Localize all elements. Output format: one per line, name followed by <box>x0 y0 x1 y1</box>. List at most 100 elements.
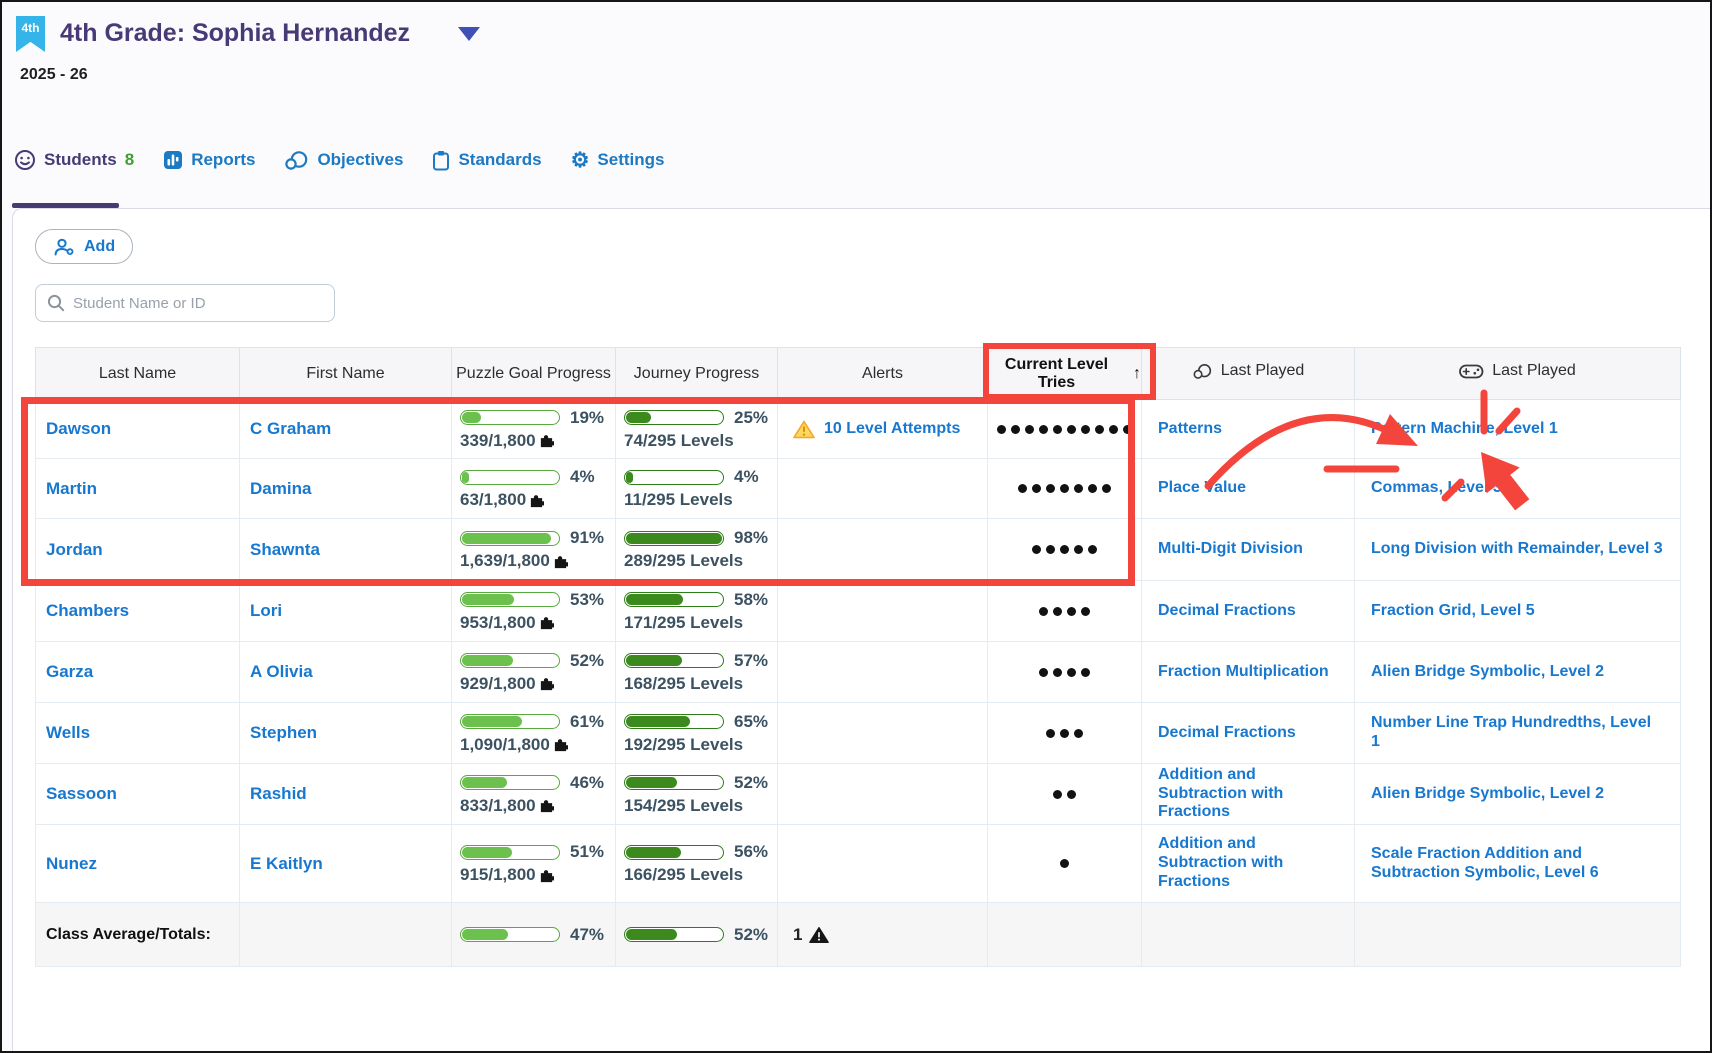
student-row: ChambersLori53%953/1,80058%171/295 Level… <box>36 581 1681 642</box>
student-row: WellsStephen61%1,090/1,80065%192/295 Lev… <box>36 703 1681 764</box>
progress-fraction: 63/1,800 <box>452 490 615 510</box>
objectives-icon <box>1192 363 1213 380</box>
warning-icon-black <box>809 926 829 944</box>
student-first-name-link[interactable]: C Graham <box>240 419 331 439</box>
student-first-name-link[interactable]: Shawnta <box>240 540 320 560</box>
student-row: SassoonRashid46%833/1,80052%154/295 Leve… <box>36 764 1681 825</box>
progress-fraction: 1,639/1,800 <box>452 551 615 571</box>
student-first-name-link[interactable]: Stephen <box>240 723 317 743</box>
student-row: Nunez E Kaitlyn 51% 915/1,800 56% 166/295 Lev… <box>36 825 1681 903</box>
level-tries-dots <box>988 545 1141 554</box>
last-played-objective-link[interactable]: Addition and Subtraction with Fractions <box>1142 835 1354 892</box>
tab-reports[interactable]: Reports <box>163 150 255 170</box>
puzzle-piece-icon <box>539 798 554 813</box>
totals-journey-progress-bar <box>624 927 724 942</box>
tab-settings[interactable]: ⚙ Settings <box>571 150 665 171</box>
student-first-name-link[interactable]: Rashid <box>240 784 307 804</box>
tab-objectives[interactable]: Objectives <box>284 150 403 171</box>
student-row: MartinDamina4%63/1,8004%11/295 LevelsPla… <box>36 459 1681 519</box>
last-played-level-link[interactable]: Scale Fraction Addition and Subtraction … <box>1355 845 1680 883</box>
student-first-name-link[interactable]: Lori <box>240 601 282 621</box>
student-last-name-link[interactable]: Nunez <box>36 854 97 874</box>
last-played-level-link[interactable]: Long Division with Remainder, Level 3 <box>1355 540 1680 559</box>
column-header-last-played-game[interactable]: Last Played <box>1355 348 1681 400</box>
tab-bar: Students 8 Reports Objectives Standards … <box>14 144 664 176</box>
last-played-level-link[interactable]: Fraction Grid, Level 5 <box>1355 602 1680 621</box>
progress-fraction: 74/295 Levels <box>616 431 777 451</box>
last-played-objective-link[interactable]: Fraction Multiplication <box>1142 663 1354 682</box>
puzzle-progress-bar <box>460 714 560 729</box>
journey-progress-bar <box>624 775 724 790</box>
level-tries-dots <box>988 425 1141 434</box>
puzzle-progress-bar <box>460 653 560 668</box>
student-last-name-link[interactable]: Sassoon <box>36 784 117 804</box>
student-last-name-link[interactable]: Garza <box>36 662 93 682</box>
last-played-level-link[interactable]: Alien Bridge Symbolic, Level 2 <box>1355 785 1680 804</box>
progress-fraction: 915/1,800 <box>452 865 615 885</box>
tab-standards[interactable]: Standards <box>432 150 541 171</box>
progress-percent: 52% <box>734 925 768 945</box>
column-header-last-name[interactable]: Last Name <box>36 348 240 400</box>
tab-students[interactable]: Students 8 <box>14 149 134 171</box>
progress-percent: 53% <box>570 590 604 610</box>
progress-percent: 51% <box>570 842 604 862</box>
progress-percent: 46% <box>570 773 604 793</box>
last-played-level-link[interactable]: Alien Bridge Symbolic, Level 2 <box>1355 663 1680 682</box>
student-first-name-link[interactable]: A Olivia <box>240 662 313 682</box>
tab-label: Reports <box>191 150 255 170</box>
puzzle-progress-bar <box>460 470 560 485</box>
puzzle-piece-icon <box>539 868 554 883</box>
column-header-first-name[interactable]: First Name <box>240 348 452 400</box>
last-played-objective-link[interactable]: Decimal Fractions <box>1142 724 1354 743</box>
report-icon <box>163 150 183 170</box>
class-dropdown-caret-icon[interactable] <box>458 27 480 41</box>
column-header-current-level-tries[interactable]: Current Level Tries↑ <box>988 348 1142 400</box>
add-button-label: Add <box>84 238 115 256</box>
column-header-last-played-objective[interactable]: Last Played <box>1142 348 1355 400</box>
last-played-objective-link[interactable]: Decimal Fractions <box>1142 602 1354 621</box>
tab-label: Objectives <box>317 150 403 170</box>
last-played-level-link[interactable]: Pattern Machine, Level 1 <box>1355 420 1680 439</box>
student-last-name-link[interactable]: Wells <box>36 723 90 743</box>
student-last-name-link[interactable]: Martin <box>36 479 97 499</box>
totals-label: Class Average/Totals: <box>36 926 239 944</box>
alert-link[interactable]: 10 Level Attempts <box>824 420 960 438</box>
student-last-name-link[interactable]: Chambers <box>36 601 129 621</box>
totals-alert-count: 1 <box>778 925 987 945</box>
puzzle-piece-icon <box>553 554 568 569</box>
app-window: 4th 4th Grade: Sophia Hernandez 2025 - 2… <box>0 0 1712 1053</box>
tab-label: Standards <box>458 150 541 170</box>
gear-icon: ⚙ <box>571 150 590 171</box>
last-played-objective-link[interactable]: Patterns <box>1142 420 1354 439</box>
progress-percent: 57% <box>734 651 768 671</box>
tab-label: Settings <box>597 150 664 170</box>
progress-fraction: 166/295 Levels <box>616 865 777 885</box>
last-played-objective-link[interactable]: Addition and Subtraction with Fractions <box>1142 766 1354 823</box>
progress-percent: 56% <box>734 842 768 862</box>
progress-percent: 25% <box>734 408 768 428</box>
last-played-objective-link[interactable]: Multi-Digit Division <box>1142 540 1354 559</box>
progress-fraction: 171/295 Levels <box>616 613 777 633</box>
add-student-button[interactable]: Add <box>35 229 133 264</box>
puzzle-progress-bar <box>460 775 560 790</box>
student-first-name-link[interactable]: Damina <box>240 479 311 499</box>
column-header-journey-progress[interactable]: Journey Progress <box>616 348 778 400</box>
puzzle-progress-bar <box>460 410 560 425</box>
column-header-alerts[interactable]: Alerts <box>778 348 988 400</box>
progress-fraction: 833/1,800 <box>452 796 615 816</box>
last-played-level-link[interactable]: Commas, Level 3 <box>1355 479 1680 498</box>
search-input[interactable] <box>73 295 323 312</box>
journey-progress-bar <box>624 470 724 485</box>
student-last-name-link[interactable]: Dawson <box>36 419 111 439</box>
progress-percent: 52% <box>734 773 768 793</box>
student-first-name-link[interactable]: E Kaitlyn <box>240 854 323 874</box>
last-played-level-link[interactable]: Number Line Trap Hundredths, Level 1 <box>1355 714 1680 752</box>
column-header-puzzle-goal-progress[interactable]: Puzzle Goal Progress <box>452 348 616 400</box>
student-last-name-link[interactable]: Jordan <box>36 540 103 560</box>
progress-fraction: 953/1,800 <box>452 613 615 633</box>
clipboard-icon <box>432 150 450 171</box>
progress-percent: 61% <box>570 712 604 732</box>
progress-fraction: 168/295 Levels <box>616 674 777 694</box>
last-played-objective-link[interactable]: Place Value <box>1142 479 1354 498</box>
level-tries-dots <box>988 607 1141 616</box>
